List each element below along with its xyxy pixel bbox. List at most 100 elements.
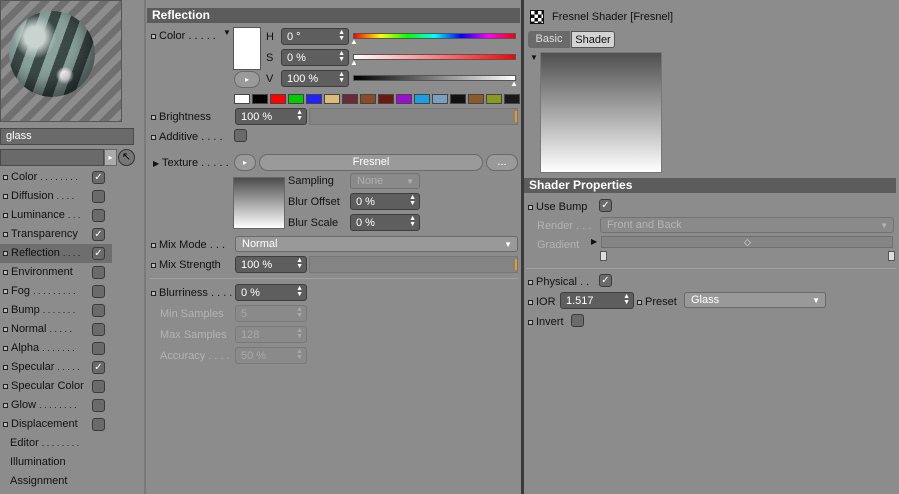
mix-strength-slider[interactable] — [309, 256, 518, 273]
hue-slider-knob[interactable]: ▲ — [350, 37, 358, 46]
material-filter-field[interactable] — [0, 149, 104, 166]
render-dropdown[interactable]: Front and Back ▼ — [600, 217, 894, 233]
keyframe-dot[interactable] — [528, 299, 533, 305]
preview-menu-arrow[interactable]: ▼ — [530, 53, 538, 62]
gradient-end-knob[interactable] — [888, 251, 895, 261]
saturation-slider-knob[interactable]: ▲ — [350, 58, 358, 67]
channel-checkbox[interactable] — [92, 190, 105, 203]
max-samples-input[interactable]: 128 ▲ ▼ — [235, 326, 307, 343]
hue-input[interactable]: 0 ° ▲ ▼ — [281, 28, 349, 45]
gradient-start-knob[interactable] — [600, 251, 607, 261]
keyframe-dot[interactable] — [637, 299, 642, 305]
value-slider-knob[interactable]: ▲ — [510, 79, 518, 88]
color-swatch[interactable] — [468, 94, 484, 104]
settings-item[interactable]: Illumination — [0, 453, 112, 472]
blur-scale-input[interactable]: 0 % ▲ ▼ — [350, 214, 420, 231]
material-name-field[interactable]: glass — [0, 128, 134, 145]
gradient-midpoint-knob[interactable]: ◇ — [744, 237, 751, 248]
color-swatch[interactable] — [234, 94, 250, 104]
channel-checkbox[interactable] — [92, 399, 105, 412]
saturation-input[interactable]: 0 % ▲ ▼ — [281, 49, 349, 66]
physical-checkbox[interactable]: ✓ — [599, 274, 612, 287]
value-input[interactable]: 100 % ▲ ▼ — [281, 70, 349, 87]
color-swatch[interactable] — [324, 94, 340, 104]
color-swatch[interactable] — [396, 94, 412, 104]
sampling-dropdown[interactable]: None ▼ — [350, 173, 420, 189]
color-swatch[interactable] — [378, 94, 394, 104]
channel-dot — [3, 402, 8, 408]
texture-shader-button[interactable]: Fresnel — [259, 154, 483, 171]
texture-menu-button[interactable]: ▸ — [234, 154, 256, 171]
color-swatch[interactable] — [342, 94, 358, 104]
color-picker-toggle[interactable]: ▸ — [234, 71, 260, 88]
keyframe-dot[interactable] — [151, 242, 156, 248]
keyframe-dot[interactable] — [528, 279, 533, 285]
color-preview-swatch[interactable] — [233, 27, 261, 70]
channel-checkbox[interactable] — [92, 342, 105, 355]
tab-shader[interactable]: Shader — [571, 31, 615, 48]
channel-checkbox[interactable] — [92, 266, 105, 279]
channel-checkbox[interactable]: ✓ — [92, 361, 105, 374]
blurriness-input[interactable]: 0 % ▲ ▼ — [235, 284, 307, 301]
ior-input[interactable]: 1.517 ▲ ▼ — [560, 292, 634, 309]
settings-item-label: Editor — [10, 437, 39, 449]
texture-more-button[interactable]: ... — [486, 154, 518, 171]
keyframe-dot[interactable] — [151, 262, 156, 268]
keyframe-dot[interactable] — [528, 319, 533, 325]
channel-checkbox[interactable] — [92, 418, 105, 431]
shader-divider — [526, 268, 896, 269]
color-menu-arrow[interactable]: ▼ — [223, 28, 231, 37]
physical-label: Physical . . — [528, 276, 589, 288]
channel-checkbox[interactable]: ✓ — [92, 228, 105, 241]
keyframe-dot[interactable] — [151, 114, 156, 120]
color-swatch[interactable] — [432, 94, 448, 104]
channel-checkbox[interactable] — [92, 209, 105, 222]
color-swatch[interactable] — [288, 94, 304, 104]
mix-mode-dropdown[interactable]: Normal ▼ — [235, 236, 518, 252]
channel-checkbox[interactable]: ✓ — [92, 171, 105, 184]
channel-dots: . . . . — [56, 191, 75, 201]
brightness-input[interactable]: 100 % ▲ ▼ — [235, 108, 307, 125]
pick-cursor-icon[interactable]: ↖ — [118, 149, 135, 166]
settings-item[interactable]: Assignment — [0, 472, 112, 491]
keyframe-dot[interactable] — [151, 134, 156, 140]
invert-checkbox[interactable] — [571, 314, 584, 327]
brightness-slider[interactable] — [309, 108, 518, 125]
min-samples-input[interactable]: 5 ▲ ▼ — [235, 305, 307, 322]
preset-dropdown[interactable]: Glass ▼ — [684, 292, 826, 308]
filter-arrow-button[interactable]: ▸ — [104, 149, 117, 166]
settings-item[interactable]: Editor. . . . . . . . — [0, 434, 112, 453]
expand-arrow-icon[interactable]: ▶ — [153, 159, 159, 168]
keyframe-dot[interactable] — [528, 204, 533, 210]
keyframe-dot[interactable] — [151, 33, 156, 39]
channel-checkbox[interactable] — [92, 380, 105, 393]
color-swatch[interactable] — [486, 94, 502, 104]
additive-checkbox[interactable] — [234, 129, 247, 142]
accuracy-input[interactable]: 50 % ▲ ▼ — [235, 347, 307, 364]
color-swatch[interactable] — [414, 94, 430, 104]
tab-basic[interactable]: Basic — [528, 31, 570, 48]
use-bump-checkbox[interactable]: ✓ — [599, 199, 612, 212]
channel-checkbox[interactable] — [92, 285, 105, 298]
mix-strength-input[interactable]: 100 % ▲ ▼ — [235, 256, 307, 273]
saturation-slider[interactable] — [353, 54, 516, 60]
color-swatch[interactable] — [504, 94, 520, 104]
channel-label: Color — [11, 171, 38, 183]
color-swatch[interactable] — [270, 94, 286, 104]
value-slider[interactable] — [353, 75, 516, 81]
channel-dot — [3, 288, 8, 294]
gradient-expand-arrow[interactable]: ▶ — [591, 237, 597, 246]
color-swatch[interactable] — [306, 94, 322, 104]
channel-dot — [3, 212, 8, 218]
color-swatch[interactable] — [450, 94, 466, 104]
shader-preview — [540, 52, 662, 173]
color-swatch[interactable] — [252, 94, 268, 104]
channel-checkbox[interactable] — [92, 304, 105, 317]
color-swatch[interactable] — [360, 94, 376, 104]
channel-checkbox[interactable] — [92, 323, 105, 336]
hue-slider[interactable] — [353, 33, 516, 39]
keyframe-dot[interactable] — [151, 290, 156, 296]
blur-offset-input[interactable]: 0 % ▲ ▼ — [350, 193, 420, 210]
channel-dot — [3, 174, 8, 180]
channel-checkbox[interactable]: ✓ — [92, 247, 105, 260]
